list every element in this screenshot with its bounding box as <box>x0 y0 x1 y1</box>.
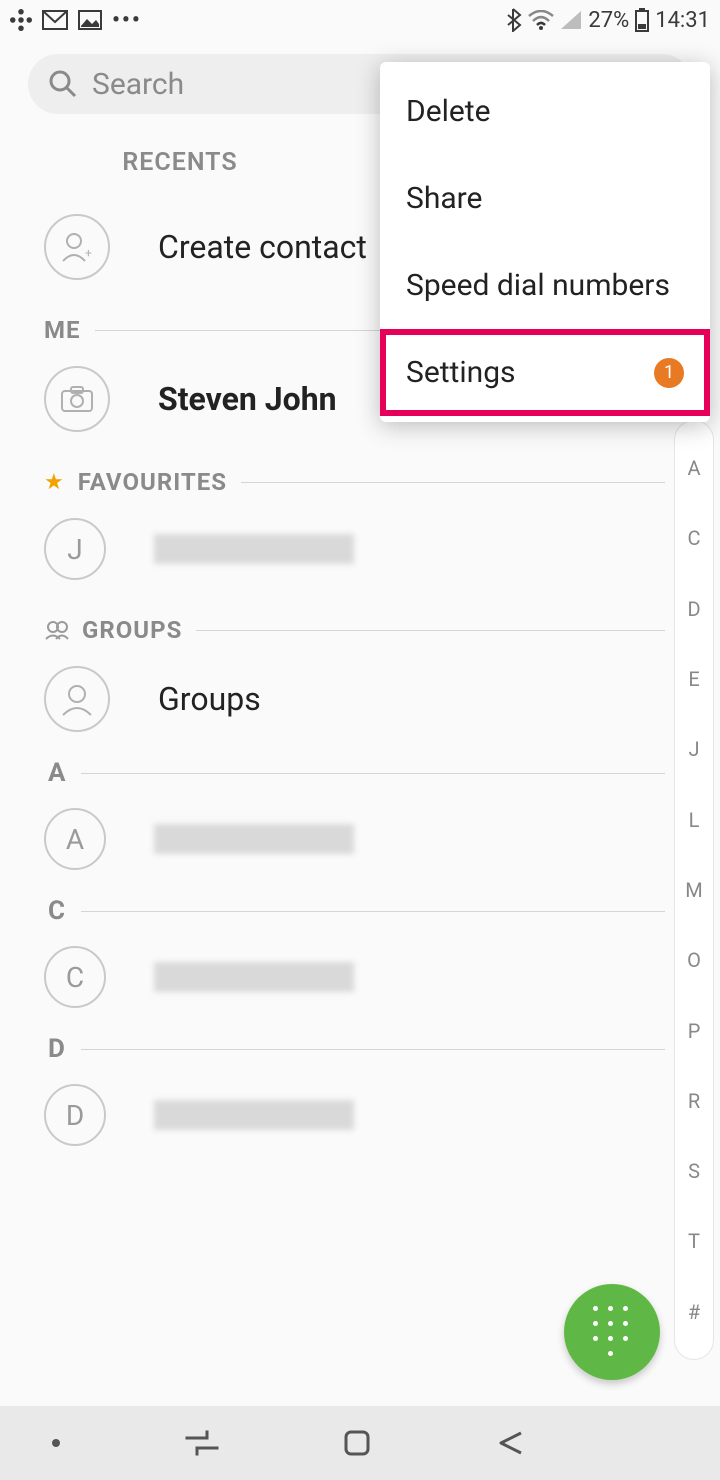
index-letter[interactable]: O <box>687 948 701 972</box>
index-letter[interactable]: D <box>687 597 700 621</box>
battery-percent: 27% <box>588 8 629 33</box>
index-letter[interactable]: P <box>688 1019 701 1043</box>
contact-avatar: A <box>44 808 106 870</box>
clock: 14:31 <box>655 8 710 33</box>
alphabet-index[interactable]: A C D E J L M O P R S T # <box>674 420 714 1360</box>
contact-row[interactable]: C <box>0 932 720 1022</box>
section-groups-label: GROUPS <box>82 616 182 644</box>
index-letter[interactable]: E <box>688 667 699 691</box>
dialpad-icon <box>593 1306 631 1359</box>
section-favourites: ★ FAVOURITES <box>0 446 720 504</box>
contact-name-redacted <box>154 1100 354 1130</box>
status-bar: ••• 27% 14:31 <box>0 0 720 40</box>
add-contact-icon: + <box>44 214 110 280</box>
groups-row[interactable]: Groups <box>0 652 720 746</box>
groups-label: Groups <box>158 680 261 718</box>
section-groups: GROUPS <box>0 594 720 652</box>
contact-avatar: D <box>44 1084 106 1146</box>
camera-icon <box>44 366 110 432</box>
more-icon: ••• <box>112 8 142 33</box>
favourite-row[interactable]: J <box>0 504 720 594</box>
nav-dot <box>52 1439 60 1447</box>
search-placeholder: Search <box>92 67 184 102</box>
contact-name-redacted <box>154 962 354 992</box>
index-letter[interactable]: L <box>689 808 700 832</box>
svg-text:+: + <box>85 246 92 260</box>
index-letter[interactable]: C <box>687 526 700 550</box>
index-letter[interactable]: R <box>688 1089 700 1113</box>
menu-share[interactable]: Share <box>380 155 710 242</box>
index-letter[interactable]: T <box>688 1229 700 1253</box>
groups-avatar-icon <box>44 666 110 732</box>
contact-name-redacted <box>154 534 354 564</box>
menu-settings[interactable]: Settings 1 <box>380 329 710 416</box>
section-fav-label: FAVOURITES <box>78 468 227 496</box>
recents-nav-button[interactable] <box>185 1430 219 1456</box>
letter-header-c: C <box>0 884 720 932</box>
section-me-label: ME <box>44 316 81 344</box>
search-icon <box>48 69 78 99</box>
dialpad-fab[interactable] <box>564 1284 660 1380</box>
wifi-icon <box>528 10 554 30</box>
index-letter[interactable]: # <box>688 1300 700 1324</box>
home-nav-button[interactable] <box>343 1429 371 1457</box>
bluetooth-icon <box>506 8 522 32</box>
letter-header-d: D <box>0 1022 720 1070</box>
overflow-menu: Delete Share Speed dial numbers Settings… <box>380 62 710 422</box>
tab-recents[interactable]: RECENTS <box>0 136 360 195</box>
gmail-icon <box>42 10 68 30</box>
index-letter[interactable]: M <box>685 878 702 902</box>
menu-speed-dial[interactable]: Speed dial numbers <box>380 242 710 329</box>
contact-avatar: C <box>44 946 106 1008</box>
menu-delete[interactable]: Delete <box>380 68 710 155</box>
image-icon <box>78 10 102 30</box>
index-letter[interactable]: J <box>688 737 699 761</box>
me-name: Steven John <box>158 380 337 418</box>
battery-icon <box>635 8 649 32</box>
star-icon: ★ <box>44 470 64 495</box>
groups-icon <box>44 620 70 640</box>
contact-row[interactable]: A <box>0 794 720 884</box>
letter-header-a: A <box>0 746 720 794</box>
index-letter[interactable]: A <box>687 456 700 480</box>
network-icon <box>10 9 32 31</box>
nav-bar <box>0 1406 720 1480</box>
contact-row[interactable]: D <box>0 1070 720 1160</box>
create-contact-label: Create contact <box>158 228 367 266</box>
index-letter[interactable]: S <box>688 1159 700 1183</box>
contact-avatar: J <box>44 518 106 580</box>
contact-name-redacted <box>154 824 354 854</box>
settings-badge: 1 <box>654 358 684 388</box>
back-nav-button[interactable] <box>495 1429 525 1457</box>
signal-icon <box>560 10 582 30</box>
